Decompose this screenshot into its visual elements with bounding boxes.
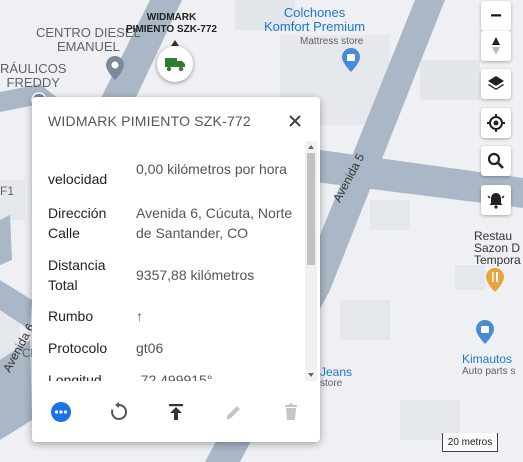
replay-button[interactable] (106, 399, 132, 425)
delete-button[interactable] (278, 399, 304, 425)
popup-scrollbar[interactable] (305, 141, 317, 381)
map-view[interactable]: CENTRO DIESEL EMANUEL RÁULICOS FREDDY WI… (0, 0, 523, 462)
row-value: gt06 (136, 340, 164, 356)
popup-title: WIDMARK PIMIENTO SZK-772 (48, 113, 251, 129)
row-key: Distancia Total (48, 257, 106, 293)
locate-button[interactable] (481, 108, 511, 138)
poi-label-hidraulicos: RÁULICOS FREDDY (0, 61, 67, 90)
vehicle-marker[interactable] (157, 46, 193, 82)
poi-label-restaurante: Restau Sazon D Tempora (474, 229, 521, 267)
compass-icon (492, 37, 500, 55)
row-key: Protocolo (48, 340, 108, 356)
row-value: Avenida 6, Cúcuta, Norte de Santander, C… (136, 205, 293, 241)
search-button[interactable] (481, 146, 511, 176)
poi-label-jeans: Jeans (320, 365, 353, 379)
row-value: -72.499915° (136, 372, 213, 381)
table-row: Distancia Total 9357,88 kilómetros (48, 255, 304, 295)
row-key: velocidad (48, 171, 108, 187)
row-key: Dirección Calle (48, 205, 107, 241)
edit-button[interactable] (221, 399, 247, 425)
info-table[interactable]: velocidad 0,00 kilómetros por hora Direc… (32, 141, 304, 381)
popup-actions (32, 395, 320, 431)
table-row: Dirección Calle Avenida 6, Cúcuta, Norte… (48, 203, 304, 243)
layers-button[interactable] (481, 69, 511, 99)
poi-label-kimautos: Kimautos (462, 352, 513, 366)
alarm-button[interactable] (481, 185, 511, 215)
close-icon (289, 115, 301, 127)
map-pin-icon[interactable] (106, 56, 124, 80)
vehicle-info-popup: WIDMARK PIMIENTO SZK-772 velocidad 0,00 … (32, 97, 320, 442)
table-row: Longitud -72.499915° (48, 370, 304, 381)
compass-button[interactable] (481, 31, 511, 61)
row-value: 9357,88 kilómetros (136, 267, 255, 283)
trash-icon (285, 403, 297, 420)
more-dots-icon (51, 402, 71, 422)
poi-label-colchones: Colchones Komfort Premium (264, 5, 366, 34)
poi-label-f1: F1 (0, 184, 15, 198)
poi-sub-mattress: Mattress store (300, 36, 364, 47)
table-row: velocidad 0,00 kilómetros por hora (48, 159, 304, 189)
row-value: 0,00 kilómetros por hora (136, 161, 287, 177)
row-value: ↑ (136, 308, 143, 324)
row-key: Rumbo (48, 308, 94, 324)
pencil-icon (227, 406, 240, 419)
scale-bar: 20 metros (442, 433, 498, 452)
poi-sub-kimautos: Auto parts s (462, 366, 516, 377)
bell-alert-icon (487, 193, 505, 209)
shopping-bag-icon[interactable] (342, 48, 360, 72)
row-key: Longitud (48, 372, 102, 381)
minus-icon: − (490, 5, 502, 27)
zoom-out-button[interactable]: − (481, 1, 511, 31)
poi-sub-jeans: store (320, 378, 343, 389)
send-command-button[interactable] (163, 399, 189, 425)
close-button[interactable] (284, 110, 306, 132)
restaurant-icon[interactable] (486, 268, 504, 292)
crosshair-icon (487, 114, 505, 132)
truck-icon (165, 58, 185, 72)
search-icon (487, 152, 504, 169)
replay-icon (111, 402, 128, 420)
layers-icon (488, 76, 504, 90)
upload-icon (169, 404, 183, 420)
table-row: Protocolo gt06 (48, 338, 304, 358)
shopping-bag-icon[interactable] (476, 320, 494, 344)
table-row: Rumbo ↑ (48, 306, 304, 326)
vehicle-label: WIDMARK PIMIENTO SZK-772 (126, 12, 217, 35)
more-button[interactable] (48, 399, 74, 425)
